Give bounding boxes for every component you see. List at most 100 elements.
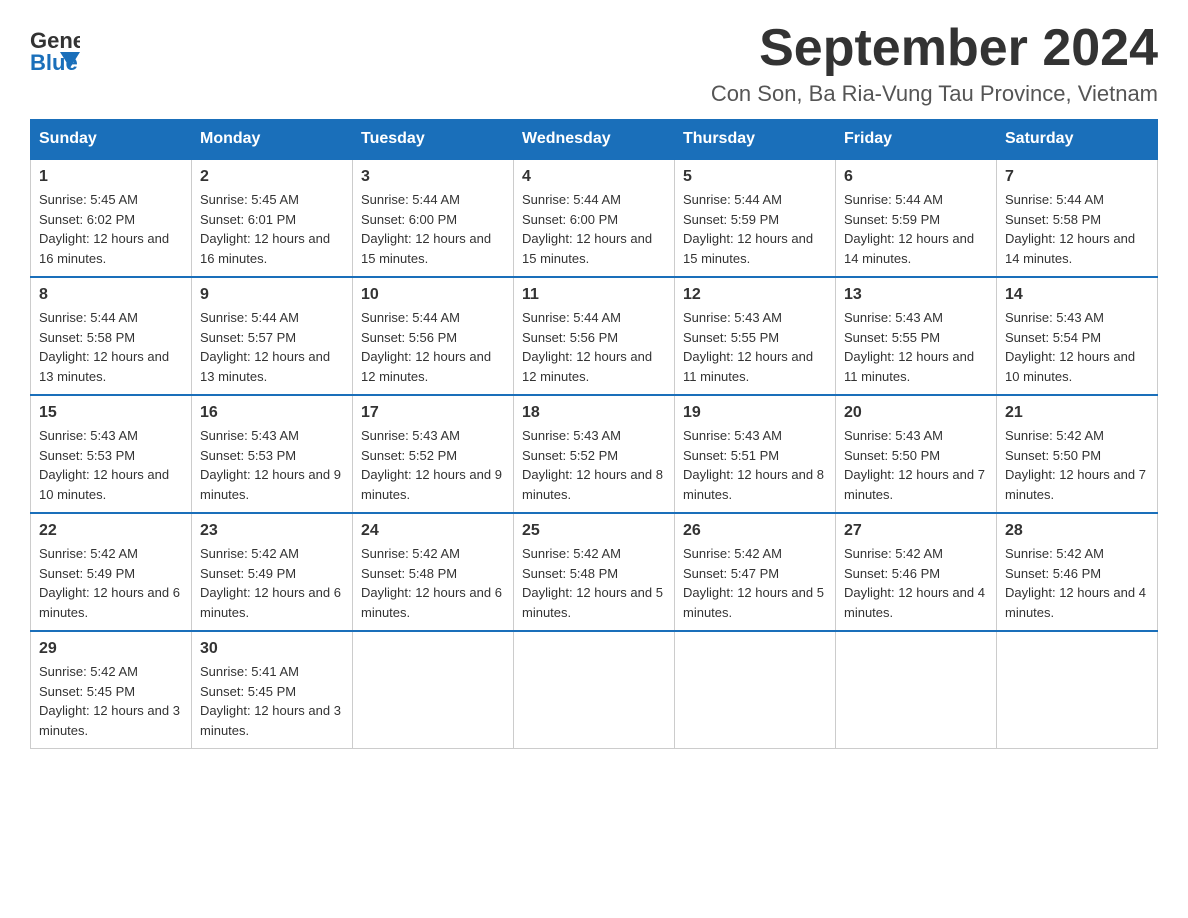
- day-info: Sunrise: 5:44 AM Sunset: 6:00 PM Dayligh…: [522, 190, 666, 268]
- day-info: Sunrise: 5:44 AM Sunset: 5:58 PM Dayligh…: [39, 308, 183, 386]
- calendar-cell: 18 Sunrise: 5:43 AM Sunset: 5:52 PM Dayl…: [514, 395, 675, 513]
- day-number: 19: [683, 404, 827, 422]
- header-tuesday: Tuesday: [353, 120, 514, 160]
- day-number: 23: [200, 522, 344, 540]
- calendar-cell: 23 Sunrise: 5:42 AM Sunset: 5:49 PM Dayl…: [192, 513, 353, 631]
- day-info: Sunrise: 5:44 AM Sunset: 5:56 PM Dayligh…: [361, 308, 505, 386]
- day-info: Sunrise: 5:42 AM Sunset: 5:45 PM Dayligh…: [39, 662, 183, 740]
- calendar-cell: 17 Sunrise: 5:43 AM Sunset: 5:52 PM Dayl…: [353, 395, 514, 513]
- calendar-cell: 19 Sunrise: 5:43 AM Sunset: 5:51 PM Dayl…: [675, 395, 836, 513]
- day-info: Sunrise: 5:43 AM Sunset: 5:52 PM Dayligh…: [361, 426, 505, 504]
- day-number: 9: [200, 286, 344, 304]
- day-info: Sunrise: 5:44 AM Sunset: 5:56 PM Dayligh…: [522, 308, 666, 386]
- page-header: General Blue September 2024 Con Son, Ba …: [30, 20, 1158, 107]
- day-number: 16: [200, 404, 344, 422]
- calendar-cell: 16 Sunrise: 5:43 AM Sunset: 5:53 PM Dayl…: [192, 395, 353, 513]
- day-info: Sunrise: 5:42 AM Sunset: 5:50 PM Dayligh…: [1005, 426, 1149, 504]
- day-info: Sunrise: 5:45 AM Sunset: 6:01 PM Dayligh…: [200, 190, 344, 268]
- calendar-cell: 12 Sunrise: 5:43 AM Sunset: 5:55 PM Dayl…: [675, 277, 836, 395]
- day-number: 14: [1005, 286, 1149, 304]
- logo: General Blue: [30, 20, 80, 80]
- day-number: 30: [200, 640, 344, 658]
- location-title: Con Son, Ba Ria-Vung Tau Province, Vietn…: [711, 81, 1158, 107]
- day-info: Sunrise: 5:42 AM Sunset: 5:46 PM Dayligh…: [1005, 544, 1149, 622]
- calendar-week-1: 1 Sunrise: 5:45 AM Sunset: 6:02 PM Dayli…: [31, 159, 1158, 277]
- day-number: 3: [361, 168, 505, 186]
- day-number: 22: [39, 522, 183, 540]
- calendar-cell: [836, 631, 997, 749]
- calendar-cell: 3 Sunrise: 5:44 AM Sunset: 6:00 PM Dayli…: [353, 159, 514, 277]
- day-info: Sunrise: 5:44 AM Sunset: 5:57 PM Dayligh…: [200, 308, 344, 386]
- day-info: Sunrise: 5:43 AM Sunset: 5:55 PM Dayligh…: [683, 308, 827, 386]
- day-number: 12: [683, 286, 827, 304]
- calendar-cell: 2 Sunrise: 5:45 AM Sunset: 6:01 PM Dayli…: [192, 159, 353, 277]
- day-number: 24: [361, 522, 505, 540]
- calendar-cell: [514, 631, 675, 749]
- header-sunday: Sunday: [31, 120, 192, 160]
- title-area: September 2024 Con Son, Ba Ria-Vung Tau …: [711, 20, 1158, 107]
- day-info: Sunrise: 5:43 AM Sunset: 5:53 PM Dayligh…: [39, 426, 183, 504]
- calendar-cell: 14 Sunrise: 5:43 AM Sunset: 5:54 PM Dayl…: [997, 277, 1158, 395]
- calendar-cell: 9 Sunrise: 5:44 AM Sunset: 5:57 PM Dayli…: [192, 277, 353, 395]
- header-thursday: Thursday: [675, 120, 836, 160]
- calendar-week-3: 15 Sunrise: 5:43 AM Sunset: 5:53 PM Dayl…: [31, 395, 1158, 513]
- day-info: Sunrise: 5:44 AM Sunset: 6:00 PM Dayligh…: [361, 190, 505, 268]
- day-info: Sunrise: 5:43 AM Sunset: 5:54 PM Dayligh…: [1005, 308, 1149, 386]
- day-info: Sunrise: 5:43 AM Sunset: 5:51 PM Dayligh…: [683, 426, 827, 504]
- calendar-cell: 28 Sunrise: 5:42 AM Sunset: 5:46 PM Dayl…: [997, 513, 1158, 631]
- day-number: 26: [683, 522, 827, 540]
- calendar-week-4: 22 Sunrise: 5:42 AM Sunset: 5:49 PM Dayl…: [31, 513, 1158, 631]
- calendar-cell: 13 Sunrise: 5:43 AM Sunset: 5:55 PM Dayl…: [836, 277, 997, 395]
- calendar-cell: 29 Sunrise: 5:42 AM Sunset: 5:45 PM Dayl…: [31, 631, 192, 749]
- day-number: 1: [39, 168, 183, 186]
- calendar-cell: [997, 631, 1158, 749]
- day-number: 4: [522, 168, 666, 186]
- day-info: Sunrise: 5:42 AM Sunset: 5:49 PM Dayligh…: [39, 544, 183, 622]
- day-info: Sunrise: 5:43 AM Sunset: 5:52 PM Dayligh…: [522, 426, 666, 504]
- day-number: 11: [522, 286, 666, 304]
- day-info: Sunrise: 5:43 AM Sunset: 5:53 PM Dayligh…: [200, 426, 344, 504]
- calendar-cell: 15 Sunrise: 5:43 AM Sunset: 5:53 PM Dayl…: [31, 395, 192, 513]
- day-info: Sunrise: 5:43 AM Sunset: 5:50 PM Dayligh…: [844, 426, 988, 504]
- day-info: Sunrise: 5:44 AM Sunset: 5:59 PM Dayligh…: [683, 190, 827, 268]
- calendar-cell: 27 Sunrise: 5:42 AM Sunset: 5:46 PM Dayl…: [836, 513, 997, 631]
- calendar-cell: 11 Sunrise: 5:44 AM Sunset: 5:56 PM Dayl…: [514, 277, 675, 395]
- calendar-cell: 6 Sunrise: 5:44 AM Sunset: 5:59 PM Dayli…: [836, 159, 997, 277]
- svg-text:Blue: Blue: [30, 50, 78, 75]
- header-saturday: Saturday: [997, 120, 1158, 160]
- day-info: Sunrise: 5:44 AM Sunset: 5:59 PM Dayligh…: [844, 190, 988, 268]
- day-number: 10: [361, 286, 505, 304]
- calendar-cell: [353, 631, 514, 749]
- day-number: 18: [522, 404, 666, 422]
- day-number: 2: [200, 168, 344, 186]
- calendar-cell: 24 Sunrise: 5:42 AM Sunset: 5:48 PM Dayl…: [353, 513, 514, 631]
- day-number: 7: [1005, 168, 1149, 186]
- calendar-cell: 30 Sunrise: 5:41 AM Sunset: 5:45 PM Dayl…: [192, 631, 353, 749]
- day-number: 17: [361, 404, 505, 422]
- calendar-cell: 25 Sunrise: 5:42 AM Sunset: 5:48 PM Dayl…: [514, 513, 675, 631]
- calendar-cell: 7 Sunrise: 5:44 AM Sunset: 5:58 PM Dayli…: [997, 159, 1158, 277]
- calendar-cell: 5 Sunrise: 5:44 AM Sunset: 5:59 PM Dayli…: [675, 159, 836, 277]
- day-info: Sunrise: 5:42 AM Sunset: 5:49 PM Dayligh…: [200, 544, 344, 622]
- calendar-cell: 8 Sunrise: 5:44 AM Sunset: 5:58 PM Dayli…: [31, 277, 192, 395]
- month-title: September 2024: [711, 20, 1158, 77]
- day-number: 25: [522, 522, 666, 540]
- day-number: 8: [39, 286, 183, 304]
- weekday-header-row: Sunday Monday Tuesday Wednesday Thursday…: [31, 120, 1158, 160]
- day-number: 21: [1005, 404, 1149, 422]
- day-info: Sunrise: 5:43 AM Sunset: 5:55 PM Dayligh…: [844, 308, 988, 386]
- day-number: 15: [39, 404, 183, 422]
- day-number: 6: [844, 168, 988, 186]
- calendar-week-2: 8 Sunrise: 5:44 AM Sunset: 5:58 PM Dayli…: [31, 277, 1158, 395]
- day-info: Sunrise: 5:44 AM Sunset: 5:58 PM Dayligh…: [1005, 190, 1149, 268]
- day-number: 28: [1005, 522, 1149, 540]
- day-info: Sunrise: 5:41 AM Sunset: 5:45 PM Dayligh…: [200, 662, 344, 740]
- header-friday: Friday: [836, 120, 997, 160]
- calendar-cell: 10 Sunrise: 5:44 AM Sunset: 5:56 PM Dayl…: [353, 277, 514, 395]
- day-number: 13: [844, 286, 988, 304]
- day-number: 27: [844, 522, 988, 540]
- day-number: 20: [844, 404, 988, 422]
- day-info: Sunrise: 5:45 AM Sunset: 6:02 PM Dayligh…: [39, 190, 183, 268]
- day-info: Sunrise: 5:42 AM Sunset: 5:48 PM Dayligh…: [522, 544, 666, 622]
- calendar-cell: 26 Sunrise: 5:42 AM Sunset: 5:47 PM Dayl…: [675, 513, 836, 631]
